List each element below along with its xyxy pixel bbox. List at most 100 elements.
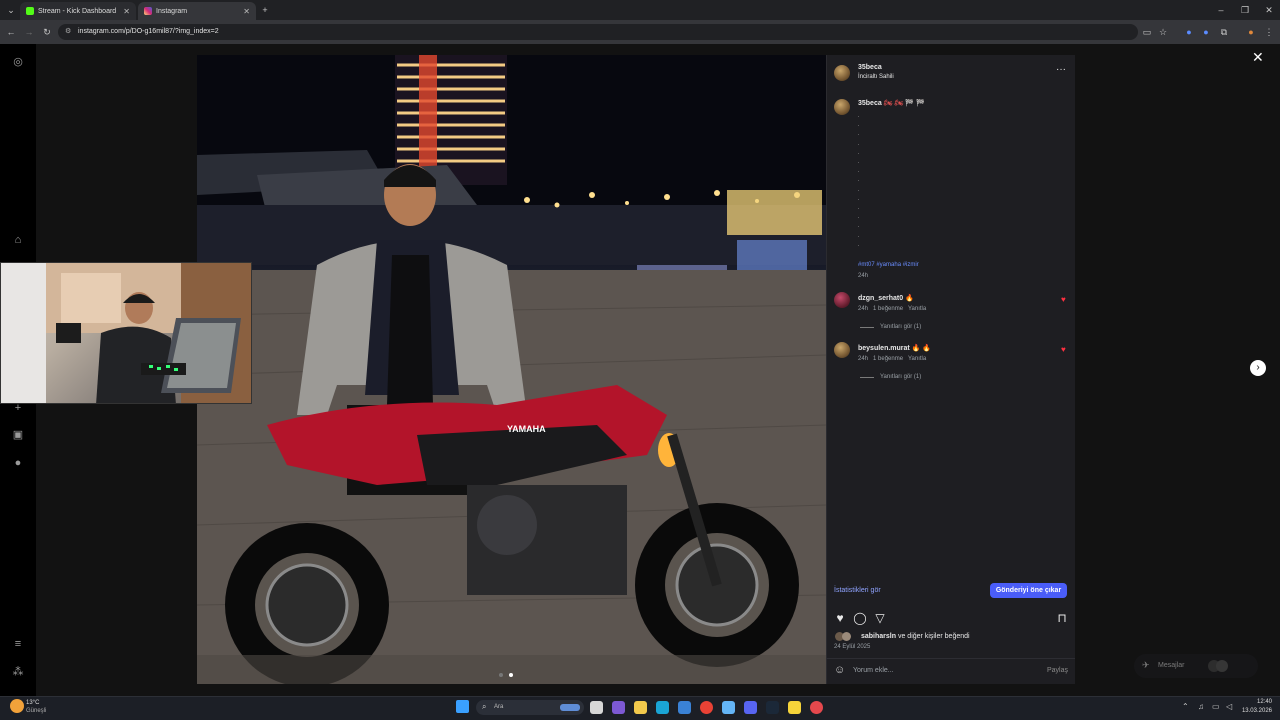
network-icon[interactable]: ▭ [1212,702,1220,711]
app-icon[interactable] [788,701,801,714]
weather-temp[interactable]: 13°C [26,700,39,706]
more-options-icon[interactable]: ··· [1056,64,1066,75]
home-icon[interactable]: ⌂ [10,232,26,248]
caption-author-avatar[interactable] [834,99,850,115]
extensions-puzzle-icon[interactable]: ⧉ [1217,24,1231,40]
comment-username[interactable]: beysulen.murat [858,345,910,352]
forward-icon[interactable]: → [22,24,36,40]
volume-icon[interactable]: ◁ [1226,702,1232,711]
comment-time: 24h [858,306,869,312]
app-icon[interactable] [722,701,735,714]
start-menu-icon[interactable] [456,700,469,713]
extension-icon[interactable]: ● [1182,24,1196,40]
copilot-icon[interactable] [612,701,625,714]
profile-avatar-icon[interactable]: ● [1244,24,1258,40]
chrome-icon[interactable] [700,701,713,714]
tab-search-icon[interactable]: ⌄ [4,2,18,18]
comment-like-heart-icon[interactable]: ♥ [1061,345,1066,354]
share-icon[interactable]: ▽ [873,611,887,625]
close-tab-icon[interactable]: ✕ [243,7,250,16]
url-text: instagram.com/p/DO-g16mil87/?img_index=2 [78,28,219,35]
webcam-feed-illustration [1,263,251,403]
comment-text: 🔥 🔥 [911,345,932,352]
steam-icon[interactable] [766,701,779,714]
comment-avatar[interactable] [834,292,850,308]
more-menu-icon[interactable]: ≡ [10,636,26,652]
comment-likes[interactable]: 1 beğenme [873,356,903,362]
tab-instagram[interactable]: Instagram ✕ [138,2,256,20]
clock-time[interactable]: 12:40 [1244,699,1272,705]
instagram-logo-icon[interactable]: ◎ [10,54,26,70]
weather-desc[interactable]: Güneşli [26,708,46,714]
insights-link[interactable]: İstatistikleri gör [834,587,881,594]
divider [826,658,1075,659]
dashboard-icon[interactable]: ▣ [10,427,26,443]
comment-likes[interactable]: 1 beğenme [873,306,903,312]
bookmark-star-icon[interactable]: ☆ [1156,24,1170,40]
next-post-arrow-icon[interactable]: › [1250,360,1266,376]
reload-icon[interactable]: ↻ [40,24,54,40]
back-icon[interactable]: ← [4,24,18,40]
site-info-icon[interactable]: ⚙ [65,24,71,40]
view-replies-button[interactable]: Yanıtları gör (1) [880,374,921,380]
taskbar-search[interactable]: ⌕ Ara [476,700,584,715]
cast-icon[interactable]: ▭ [1140,24,1154,40]
comment-icon[interactable]: ◯ [853,611,867,625]
app-icon[interactable] [810,701,823,714]
menu-kebab-icon[interactable]: ⋮ [1262,24,1276,40]
author-avatar[interactable] [834,65,850,81]
profile-icon[interactable]: ● [10,455,26,471]
webcam-overlay [0,262,252,404]
kick-favicon-icon [26,7,34,15]
post-photo-illustration: YAMAHA [197,55,826,684]
caption-hashtags[interactable]: #mt07 #yamaha #izmir [858,262,919,268]
author-username[interactable]: 35beca [858,64,882,71]
search-icon: ⌕ [482,702,487,711]
messages-widget[interactable]: ✈ Mesajlar [1134,654,1258,678]
boost-post-button[interactable]: Gönderiyi öne çıkar [990,583,1067,598]
emoji-picker-icon[interactable]: ☺ [834,664,845,676]
edge-icon[interactable] [656,701,669,714]
discord-icon[interactable] [744,701,757,714]
microphone-icon[interactable]: ♫ [1198,702,1204,711]
tab-title: Instagram [156,7,188,15]
close-tab-icon[interactable]: ✕ [123,7,130,16]
caption-author[interactable]: 35beca [858,100,882,107]
file-explorer-icon[interactable] [634,701,647,714]
search-placeholder: Ara [494,704,504,710]
comment-like-heart-icon[interactable]: ♥ [1061,295,1066,304]
extension-icon[interactable]: ● [1199,24,1213,40]
task-view-icon[interactable] [590,701,603,714]
comment-reply-button[interactable]: Yanıtla [908,306,926,312]
tray-chevron-icon[interactable]: ⌃ [1182,702,1189,711]
post-date: 24 Eylül 2025 [834,644,871,650]
store-icon[interactable] [678,701,691,714]
comment-reply-button[interactable]: Yanıtla [908,356,926,362]
clock-date[interactable]: 13.03.2026 [1238,708,1272,714]
post-location[interactable]: İnciraltı Sahili [858,74,894,80]
share-comment-button[interactable]: Paylaş [1047,667,1068,674]
view-replies-button[interactable]: Yanıtları gör (1) [880,324,921,330]
minimize-icon[interactable]: – [1214,2,1228,18]
liker-username[interactable]: sabiharsln [861,633,896,640]
like-heart-icon[interactable]: ♥ [833,611,847,625]
maximize-icon[interactable]: ❐ [1238,2,1252,18]
search-highlight-icon [560,704,580,711]
weather-icon[interactable] [10,699,24,713]
instagram-favicon-icon [144,7,152,15]
browser-tab-bar: ⌄ Stream - Kick Dashboard ✕ Instagram ✕ … [0,0,1280,20]
comment-avatar[interactable] [834,342,850,358]
also-from-meta-icon[interactable]: ⁂ [10,664,26,680]
likes-summary[interactable]: ve diğer kişiler beğendi [898,633,970,640]
close-window-icon[interactable]: ✕ [1262,2,1276,18]
caption-dots: ... ... ... ... ... [858,113,860,248]
close-modal-icon[interactable]: ✕ [1252,49,1264,66]
address-bar[interactable]: ⚙ instagram.com/p/DO-g16mil87/?img_index… [58,24,1138,40]
save-bookmark-icon[interactable]: ⊓ [1055,611,1069,625]
comment-time: 24h [858,356,869,362]
tab-kick-dashboard[interactable]: Stream - Kick Dashboard ✕ [20,2,136,20]
comment-input[interactable]: Yorum ekle... [853,667,1033,674]
messages-icon: ✈ [1142,660,1150,670]
comment-username[interactable]: dzgn_serhat0 [858,295,903,302]
new-tab-icon[interactable]: + [258,2,272,18]
